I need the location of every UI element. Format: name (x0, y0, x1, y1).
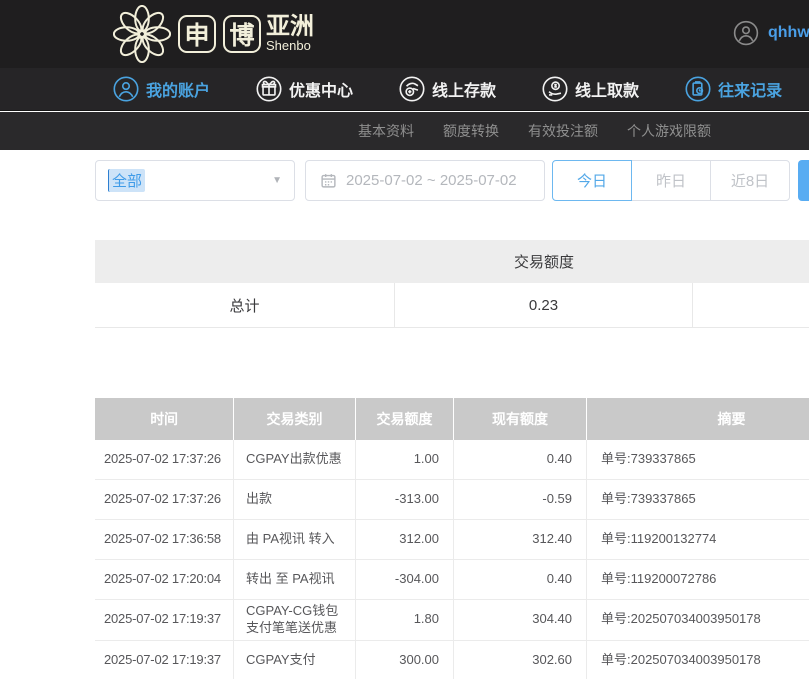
cell-time: 2025-07-02 17:19:37 (95, 641, 233, 679)
table-row: 2025-07-02 17:19:37 CGPAY支付 300.00 302.6… (95, 641, 809, 679)
cell-balance: 0.40 (453, 560, 586, 599)
summary-table: 交易额度 总计 0.23 (95, 240, 809, 328)
subnav-item-basic-info[interactable]: 基本资料 (358, 121, 414, 141)
sub-nav: 基本资料 额度转换 有效投注额 个人游戏限额 (0, 112, 809, 150)
cell-summary: 单号:119200072786 (586, 560, 809, 599)
last8days-button[interactable]: 近8日 (710, 160, 790, 201)
calendar-icon (320, 172, 337, 189)
nav-item-withdraw[interactable]: 线上取款 (542, 76, 639, 102)
username: qhhw (768, 24, 809, 42)
table-row: 2025-07-02 17:20:04 转出 至 PA视讯 -304.00 0.… (95, 560, 809, 600)
date-range-value: 2025-07-02 ~ 2025-07-02 (346, 172, 517, 189)
user-avatar-icon (733, 20, 759, 46)
chevron-down-icon: ▼ (272, 175, 282, 186)
today-button[interactable]: 今日 (552, 160, 632, 201)
cell-amount: -313.00 (355, 480, 453, 519)
cell-amount: -304.00 (355, 560, 453, 599)
cell-time: 2025-07-02 17:19:37 (95, 600, 233, 640)
nav-item-deposit[interactable]: 线上存款 (399, 76, 496, 102)
summary-header-row: 交易额度 (95, 240, 809, 283)
cell-amount: 1.00 (355, 440, 453, 479)
cell-type: CGPAY-CG钱包支付笔笔送优惠 (233, 600, 355, 640)
withdraw-icon (542, 76, 568, 102)
cell-amount: 1.80 (355, 600, 453, 640)
cell-time: 2025-07-02 17:36:58 (95, 520, 233, 559)
cell-summary: 单号:739337865 (586, 480, 809, 519)
records-icon (685, 76, 711, 102)
table-row: 2025-07-02 17:37:26 出款 -313.00 -0.59 单号:… (95, 480, 809, 520)
search-button[interactable] (798, 160, 809, 201)
filter-row: 全部 ▼ 2025-07-02 ~ 2025-07-02 今日 昨日 近8日 (95, 160, 809, 201)
summary-total-extra (693, 283, 809, 327)
deposit-icon (399, 76, 425, 102)
cell-type: CGPAY支付 (233, 641, 355, 679)
table-row: 2025-07-02 17:36:58 由 PA视讯 转入 312.00 312… (95, 520, 809, 560)
cell-balance: 0.40 (453, 440, 586, 479)
category-select[interactable]: 全部 ▼ (95, 160, 295, 201)
cell-balance: 302.60 (453, 641, 586, 679)
col-header-amount: 交易额度 (355, 398, 453, 440)
cell-balance: 304.40 (453, 600, 586, 640)
summary-total-value: 0.23 (395, 283, 693, 327)
col-header-balance: 现有额度 (453, 398, 586, 440)
cell-type: 转出 至 PA视讯 (233, 560, 355, 599)
brand-logo[interactable]: 申 博 亚洲 Shenbo (113, 5, 314, 63)
cell-summary: 单号:739337865 (586, 440, 809, 479)
logo-region-text: 亚洲 (266, 14, 314, 39)
top-bar: 申 博 亚洲 Shenbo qhhw (0, 0, 809, 68)
cell-type: 由 PA视讯 转入 (233, 520, 355, 559)
cell-amount: 300.00 (355, 641, 453, 679)
cell-time: 2025-07-02 17:20:04 (95, 560, 233, 599)
date-range-input[interactable]: 2025-07-02 ~ 2025-07-02 (305, 160, 545, 201)
logo-char-shen: 申 (178, 15, 216, 53)
nav-label: 优惠中心 (289, 77, 353, 101)
transactions-table: 时间 交易类别 交易额度 现有额度 摘要 2025-07-02 17:37:26… (95, 398, 809, 679)
cell-summary: 单号:202507034003950178 (586, 641, 809, 679)
yesterday-button[interactable]: 昨日 (631, 160, 711, 201)
subnav-item-valid-bets[interactable]: 有效投注额 (528, 121, 598, 141)
nav-label: 线上存款 (432, 77, 496, 101)
subnav-item-quota-transfer[interactable]: 额度转换 (443, 121, 499, 141)
cell-type: 出款 (233, 480, 355, 519)
user-account[interactable]: qhhw (733, 20, 809, 46)
col-header-type: 交易类别 (233, 398, 355, 440)
nav-label: 线上取款 (575, 77, 639, 101)
nav-item-promotions[interactable]: 优惠中心 (256, 76, 353, 102)
nav-label: 我的账户 (146, 77, 210, 101)
main-nav: 我的账户 优惠中心 线上存款 (0, 68, 809, 111)
cell-summary: 单号:202507034003950178 (586, 600, 809, 640)
cell-time: 2025-07-02 17:37:26 (95, 480, 233, 519)
nav-item-records[interactable]: 往来记录 (685, 76, 782, 102)
nav-item-my-account[interactable]: 我的账户 (113, 76, 210, 102)
category-select-value: 全部 (108, 169, 145, 192)
cell-balance: -0.59 (453, 480, 586, 519)
my-account-icon (113, 76, 139, 102)
page: 申 博 亚洲 Shenbo qhhw 我的账户 (0, 0, 809, 679)
flower-logo-icon (113, 5, 171, 63)
quick-range-buttons: 今日 昨日 近8日 (552, 160, 790, 201)
table-row: 2025-07-02 17:37:26 CGPAY出款优惠 1.00 0.40 … (95, 440, 809, 480)
cell-time: 2025-07-02 17:37:26 (95, 440, 233, 479)
summary-total-label: 总计 (95, 283, 395, 327)
cell-balance: 312.40 (453, 520, 586, 559)
cell-amount: 312.00 (355, 520, 453, 559)
gift-icon (256, 76, 282, 102)
table-row: 2025-07-02 17:19:37 CGPAY-CG钱包支付笔笔送优惠 1.… (95, 600, 809, 641)
nav-label: 往来记录 (718, 77, 782, 101)
col-header-time: 时间 (95, 398, 233, 440)
logo-char-bo: 博 (223, 15, 261, 53)
subnav-item-game-limits[interactable]: 个人游戏限额 (627, 121, 711, 141)
logo-subtext: Shenbo (266, 39, 314, 53)
transactions-header-row: 时间 交易类别 交易额度 现有额度 摘要 (95, 398, 809, 440)
cell-type: CGPAY出款优惠 (233, 440, 355, 479)
summary-header-amount: 交易额度 (395, 251, 693, 272)
summary-total-row: 总计 0.23 (95, 283, 809, 328)
cell-summary: 单号:119200132774 (586, 520, 809, 559)
col-header-summary: 摘要 (586, 398, 809, 440)
